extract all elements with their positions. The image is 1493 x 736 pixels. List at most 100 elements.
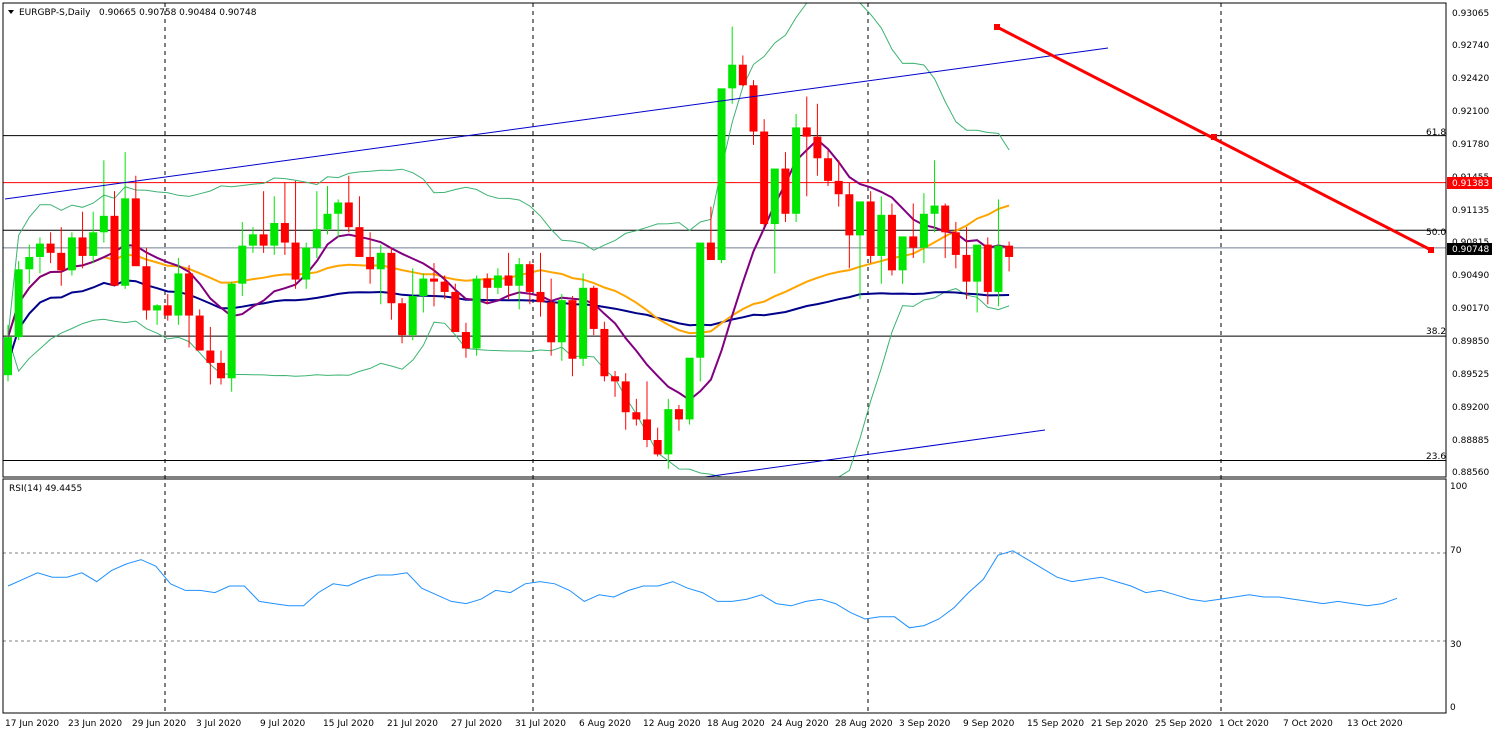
candle-body [664,409,673,455]
date-label: 3 Jul 2020 [196,719,241,729]
candle-body [419,278,428,297]
candle[interactable] [195,309,204,351]
candle-body [621,381,630,413]
candle-body [366,256,375,270]
trendline-anchor[interactable] [994,24,1000,30]
candle-body [1005,245,1014,257]
candle-body [46,243,55,253]
rsi-level-100: 100 [1450,482,1467,492]
candle-body [153,305,162,311]
candle-body [504,275,513,286]
price-tick: 0.92420 [1452,74,1489,84]
candle-body [206,350,215,363]
date-label: 15 Jul 2020 [323,719,374,729]
candle-body [398,303,407,336]
price-tick: 0.88885 [1452,436,1489,446]
candle-body [14,269,23,338]
candle-body [35,243,44,257]
candle-body [983,244,992,292]
date-label: 12 Aug 2020 [643,719,701,729]
price-tick: 0.89850 [1452,337,1489,347]
candle-body [89,232,98,256]
date-label: 28 Aug 2020 [835,719,893,729]
candle[interactable] [717,88,726,264]
candle-body [344,202,353,228]
ohlc-readout: 0.90665 0.90758 0.90484 0.90748 [99,8,257,18]
candle-body [951,232,960,255]
price-tick: 0.90170 [1452,304,1489,314]
candle-body [547,302,556,343]
candle-body [887,214,896,271]
price-tick: 0.89200 [1452,403,1489,413]
candle-body [685,357,694,420]
price-tick: 0.93065 [1452,9,1489,19]
candle-body [334,202,343,214]
candle-body [856,201,864,236]
date-label: 21 Jul 2020 [387,719,438,729]
candle-body [259,234,268,246]
candle-body [131,198,140,267]
candle-body [142,266,151,311]
fib-label-382: 38.2 [1426,327,1446,337]
candle[interactable] [589,285,598,336]
candle-body [408,296,417,336]
candle[interactable] [760,119,769,228]
candle-body [770,168,779,225]
candle[interactable] [792,114,801,223]
candle-body [611,376,620,382]
date-label: 9 Sep 2020 [963,719,1015,729]
candle-body [355,227,364,257]
candle-body [461,332,470,349]
candle-body [493,275,502,288]
red-level-price-label: 0.91383 [1452,179,1489,189]
candle-body [238,245,247,284]
candle-body [121,198,130,286]
date-label: 9 Jul 2020 [260,719,305,729]
date-label: 29 Jun 2020 [132,719,186,729]
candle-body [941,205,950,233]
candle-body [898,236,907,271]
candle-body [99,215,108,233]
price-chart[interactable]: EURGBP-S,Daily 0.90665 0.90758 0.90484 0… [0,0,1493,736]
price-tick: 0.91135 [1452,206,1489,216]
candle[interactable] [227,281,236,392]
candle[interactable] [472,275,481,356]
candle[interactable] [866,191,875,264]
candle[interactable] [685,357,694,425]
candle-body [706,242,715,261]
candle-body [525,264,534,292]
candle-body [195,315,204,351]
candle-body [248,234,257,246]
candle-body [4,337,12,376]
rsi-level-30: 30 [1450,640,1462,650]
candle-body [387,252,396,304]
date-label: 18 Aug 2020 [707,719,765,729]
price-tick: 0.90490 [1452,271,1489,281]
price-tick: 0.92100 [1452,107,1489,117]
rsi-level-0: 0 [1450,703,1456,713]
candle-body [919,213,928,248]
candle[interactable] [14,261,23,341]
candle-body [280,223,289,243]
fib-label-50: 50.0 [1426,228,1446,238]
candle-body [973,244,982,282]
candle-body [291,242,300,280]
candle-body [163,305,172,316]
trendline-anchor[interactable] [1428,247,1434,253]
candle-body [834,180,843,195]
candle-body [909,236,918,248]
candle-body [323,213,332,230]
date-label: 23 Jun 2020 [68,719,122,729]
candle-body [67,237,76,271]
candle-body [78,237,87,256]
candle[interactable] [67,232,76,276]
candle-body [674,409,683,420]
candle-body [515,264,524,286]
candle-body [653,439,662,455]
date-label: 13 Oct 2020 [1347,719,1403,729]
trendline-anchor[interactable] [1211,134,1217,140]
date-label: 1 Oct 2020 [1219,719,1269,729]
current-price-label: 0.90748 [1452,245,1489,255]
price-tick: 0.91780 [1452,140,1489,150]
candle[interactable] [600,321,609,382]
